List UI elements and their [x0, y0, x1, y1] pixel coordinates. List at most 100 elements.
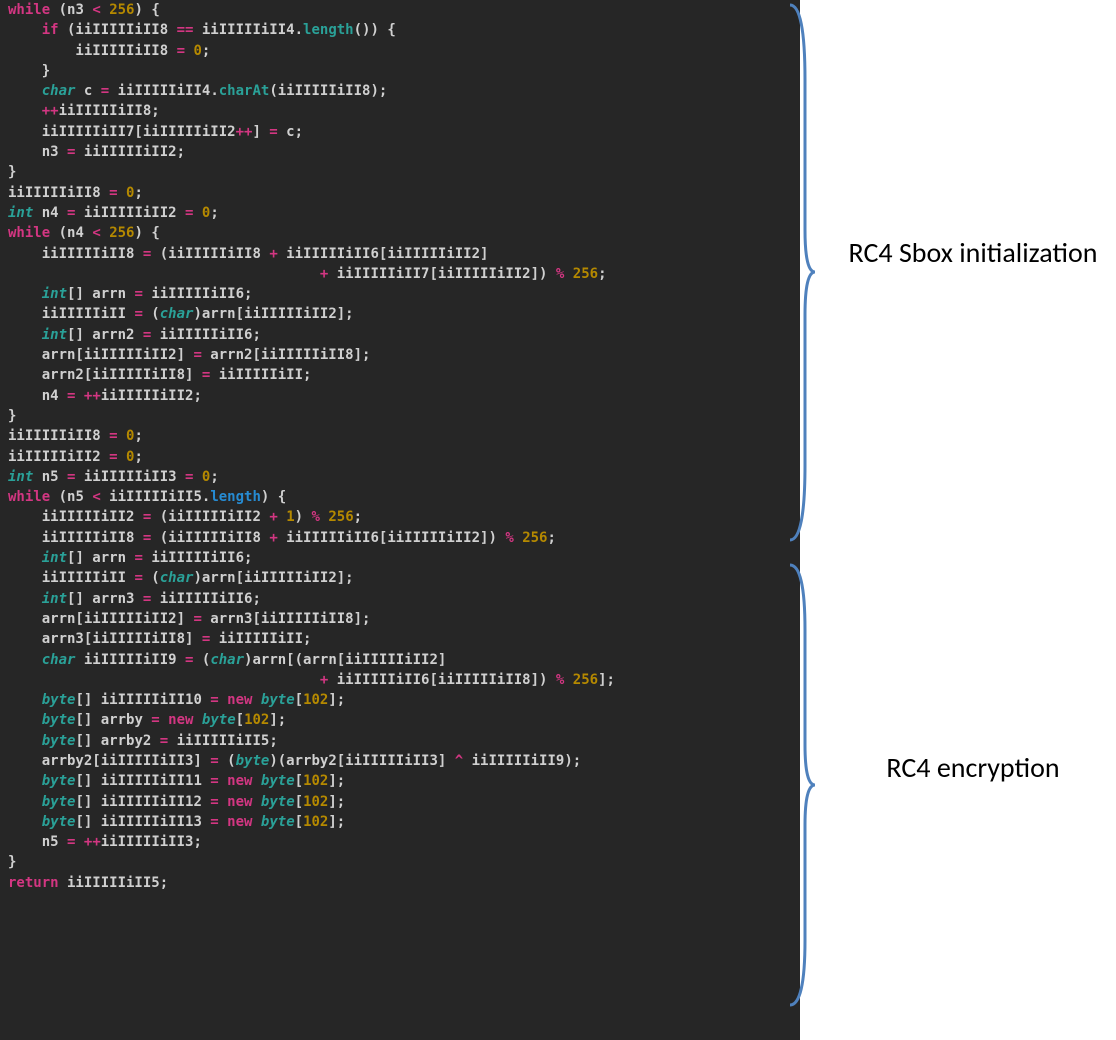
code-token-id [8, 83, 42, 99]
code-line: iiIIIIIiII2 = (iiIIIIIiII2 + 1) % 256; [8, 507, 788, 527]
code-token-type: int [42, 591, 67, 607]
code-token-id: ) { [134, 2, 159, 18]
code-line: arrn[iiIIIIIiII2] = arrn3[iiIIIIIiII8]; [8, 609, 788, 629]
code-token-prop: length [210, 489, 261, 505]
code-token-id [219, 814, 227, 830]
code-token-id: iiIIIIIiII6[iiIIIIIiII8]) [328, 672, 556, 688]
code-token-id [8, 266, 320, 282]
code-line: byte[] iiIIIIIiII11 = new byte[102]; [8, 771, 788, 791]
code-token-type: byte [42, 712, 76, 728]
code-token-id: iiIIIIIiII6; [151, 591, 261, 607]
code-token-op: ++ [236, 124, 253, 140]
code-token-op: = [269, 124, 277, 140]
code-token-id: iiIIIIIiII3; [101, 834, 202, 850]
code-token-id: )arrn[iiIIIIIiII2]; [193, 570, 353, 586]
code-token-id: [ [236, 712, 244, 728]
code-line: + iiIIIIIiII7[iiIIIIIiII2]) % 256; [8, 264, 788, 284]
code-token-id: iiIIIIIiII2; [75, 144, 185, 160]
code-token-id: iiIIIIIiII2 [75, 205, 185, 221]
code-token-id: } [8, 854, 16, 870]
code-token-id: (iiIIIIIiII8); [269, 83, 387, 99]
code-token-type: char [210, 652, 244, 668]
code-line: return iiIIIIIiII5; [8, 873, 788, 893]
code-token-id: iiIIIIIiII6[iiIIIIIiII2]) [278, 530, 506, 546]
code-token-id [514, 530, 522, 546]
code-token-id: iiIIIIIiII8 [8, 185, 109, 201]
code-token-id: [] iiIIIIIiII11 [75, 773, 210, 789]
code-token-kw: new [227, 692, 252, 708]
code-token-id: ) [295, 509, 312, 525]
code-token-call: length [303, 22, 354, 38]
code-token-id: [] iiIIIIIiII12 [75, 794, 210, 810]
code-token-id: iiIIIIIiII2 [8, 449, 109, 465]
code-line: char iiIIIIIiII9 = (char)arrn[(arrn[iiII… [8, 650, 788, 670]
code-token-id: n4 [33, 205, 67, 221]
code-token-op: = [109, 185, 117, 201]
code-token-id: iiIIIIIiII [8, 306, 134, 322]
code-token-id: ]; [328, 794, 345, 810]
code-line: iiIIIIIiII2 = 0; [8, 447, 788, 467]
code-token-id: ( [219, 753, 236, 769]
code-token-id [8, 773, 42, 789]
code-token-num: 102 [303, 814, 328, 830]
code-token-id: } [8, 408, 16, 424]
code-line: int n4 = iiIIIIIiII2 = 0; [8, 203, 788, 223]
code-token-id: n5 [33, 469, 67, 485]
code-token-num: 102 [303, 794, 328, 810]
code-line: } [8, 162, 788, 182]
code-token-kw: new [227, 773, 252, 789]
code-token-op: = [160, 733, 168, 749]
code-token-op: = [210, 692, 218, 708]
code-token-id: iiIIIIIiII3 [75, 469, 185, 485]
code-line: + iiIIIIIiII6[iiIIIIIiII8]) % 256]; [8, 670, 788, 690]
code-token-num: 256 [573, 266, 598, 282]
code-token-id: ; [598, 266, 606, 282]
code-token-op: ++ [42, 103, 59, 119]
code-line: int[] arrn = iiIIIIIiII6; [8, 548, 788, 568]
code-token-kw: while [8, 2, 50, 18]
code-line: arrn2[iiIIIIIiII8] = iiIIIIIiII; [8, 365, 788, 385]
code-token-op: = [134, 550, 142, 566]
code-token-type: byte [42, 794, 76, 810]
code-token-id: (n3 [50, 2, 92, 18]
code-line: iiIIIIIiII7[iiIIIIIiII2++] = c; [8, 122, 788, 142]
code-token-id [219, 692, 227, 708]
code-token-kw: new [168, 712, 193, 728]
code-line: int[] arrn = iiIIIIIiII6; [8, 284, 788, 304]
code-token-id: n5 [8, 834, 67, 850]
code-token-id: [] arrn [67, 550, 134, 566]
code-token-kw: new [227, 794, 252, 810]
code-token-op: = [151, 712, 159, 728]
code-token-id: (iiIIIIIiII8 [59, 22, 177, 38]
code-token-type: char [160, 570, 194, 586]
code-token-id: iiIIIIIiII6[iiIIIIIiII2] [278, 246, 489, 262]
code-line: if (iiIIIIIiII8 == iiIIIIIiII4.length())… [8, 20, 788, 40]
code-token-id [118, 449, 126, 465]
code-token-op: = [134, 286, 142, 302]
code-token-num: 102 [303, 692, 328, 708]
code-line: iiIIIIIiII8 = (iiIIIIIiII8 + iiIIIIIiII6… [8, 244, 788, 264]
code-token-id: arrby2[iiIIIIIiII3] [8, 753, 210, 769]
code-token-kw: while [8, 225, 50, 241]
code-token-id [118, 428, 126, 444]
code-token-id: iiIIIIIiII [8, 570, 134, 586]
code-line: byte[] iiIIIIIiII12 = new byte[102]; [8, 792, 788, 812]
code-token-id: ; [354, 509, 362, 525]
code-line: arrn[iiIIIIIiII2] = arrn2[iiIIIIIiII8]; [8, 345, 788, 365]
code-token-id [252, 814, 260, 830]
code-token-id [193, 469, 201, 485]
code-token-id: [] arrby2 [75, 733, 159, 749]
code-line: iiIIIIIiII = (char)arrn[iiIIIIIiII2]; [8, 568, 788, 588]
code-token-type: char [42, 652, 76, 668]
code-token-id: ] [252, 124, 269, 140]
code-token-op: + [269, 246, 277, 262]
code-token-kw: new [227, 814, 252, 830]
code-line: arrby2[iiIIIIIiII3] = (byte)(arrby2[iiII… [8, 751, 788, 771]
code-token-id: iiIIIIIiII5; [168, 733, 278, 749]
code-token-type: byte [261, 814, 295, 830]
code-token-id: iiIIIIIiII8 [8, 43, 177, 59]
code-token-id [8, 103, 42, 119]
code-token-num: 256 [522, 530, 547, 546]
code-token-id: n3 [8, 144, 67, 160]
code-token-id: iiIIIIIiII8 [8, 428, 109, 444]
